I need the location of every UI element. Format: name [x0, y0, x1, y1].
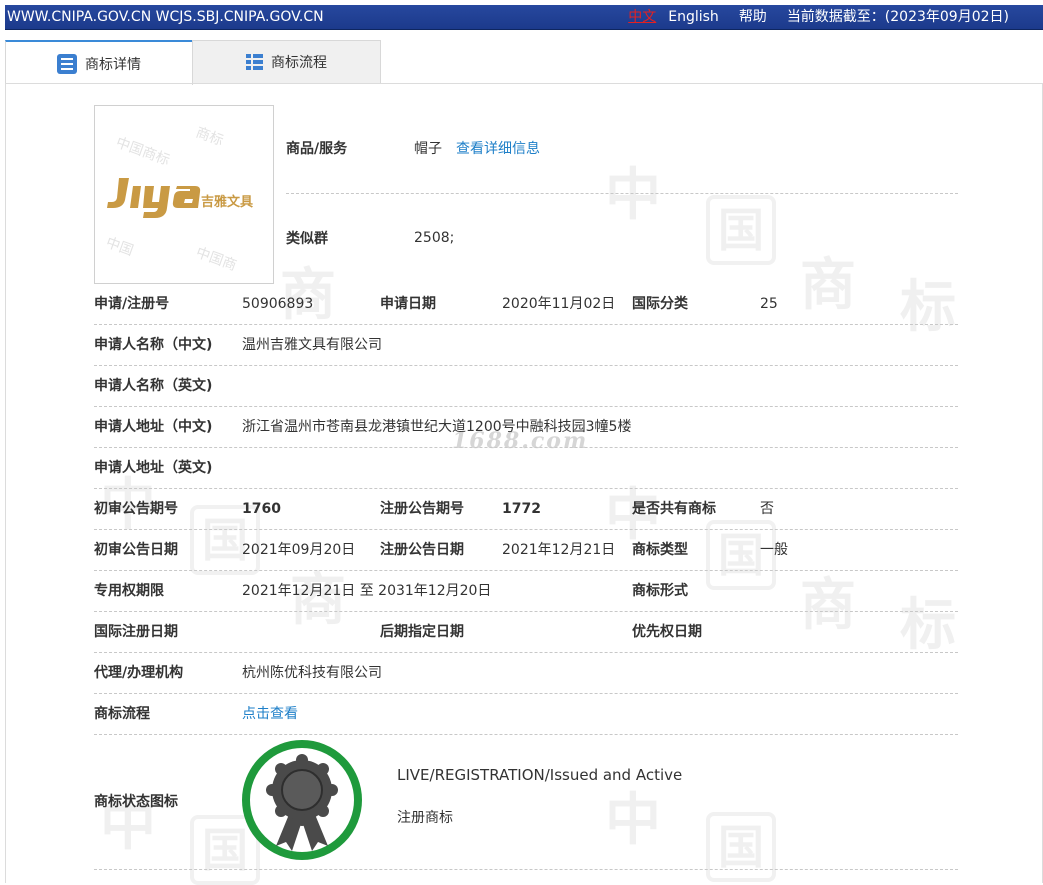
mark-form-label: 商标形式 [632, 583, 688, 599]
list-detail-icon [57, 53, 77, 74]
exclusive-period-label: 专用权期限 [94, 583, 164, 599]
grid-list-icon [246, 53, 263, 70]
tab-label: 商标详情 [85, 56, 141, 73]
data-as-of-text: 当前数据截至：(2023年09月02日) [786, 9, 1009, 25]
announcement-date-row: 初审公告日期 2021年09月20日 注册公告日期 2021年12月21日 商标… [94, 530, 958, 571]
similar-group-value: 2508; [414, 230, 455, 246]
top-bar: WWW.CNIPA.GOV.CN WCJS.SBJ.CNIPA.GOV.CN 中… [5, 5, 1043, 30]
language-english-link[interactable]: English [668, 5, 719, 29]
goods-services-value: 帽子 [414, 141, 442, 157]
help-link[interactable]: 帮助 [739, 5, 767, 29]
process-view-link[interactable]: 点击查看 [242, 694, 298, 734]
status-row: 商标状态图标 LIVE/REGISTRATION/Issued and Acti… [94, 735, 958, 870]
language-chinese-link[interactable]: 中文 [628, 5, 656, 29]
intl-class-label: 国际分类 [632, 296, 688, 312]
status-english-text: LIVE/REGISTRATION/Issued and Active [397, 766, 683, 784]
divider [286, 193, 958, 194]
announcement-issue-row: 初审公告期号 1760 注册公告期号 1772 是否共有商标 否 [94, 489, 958, 530]
agent-value: 杭州陈优科技有限公司 [242, 665, 382, 681]
mark-type-label: 商标类型 [632, 542, 688, 558]
similar-group-label: 类似群 [286, 231, 328, 247]
trademark-logo: 中国商标 商标 中国 中国商 吉雅文具 [104, 125, 253, 274]
prelim-date-value: 2021年09月20日 [242, 542, 356, 558]
status-chinese-text: 注册商标 [397, 810, 453, 826]
reg-no-value: 50906893 [242, 296, 314, 312]
applicant-cn-label: 申请人名称（中文) [94, 337, 213, 353]
process-row: 商标流程 点击查看 [94, 694, 958, 735]
status-icon-label: 商标状态图标 [94, 794, 178, 810]
registered-badge-icon [242, 740, 362, 860]
logo-brand-text: 吉雅文具 [201, 194, 253, 210]
view-details-link[interactable]: 查看详细信息 [456, 138, 540, 158]
intl-class-value: 25 [760, 296, 778, 312]
applicant-cn-row: 申请人名称（中文) 温州吉雅文具有限公司 [94, 325, 958, 366]
reg-issue-label: 注册公告期号 [380, 501, 464, 517]
prelim-date-label: 初审公告日期 [94, 542, 178, 558]
exclusive-period-row: 专用权期限 2021年12月21日 至 2031年12月20日 商标形式 [94, 571, 958, 612]
shared-mark-value: 否 [760, 501, 774, 517]
goods-services-label: 商品/服务 [286, 141, 348, 157]
intl-dates-row: 国际注册日期 后期指定日期 优先权日期 [94, 612, 958, 653]
top-bar-right: 中文 English 帮助 当前数据截至：(2023年09月02日) [628, 5, 1009, 29]
app-date-label: 申请日期 [380, 296, 436, 312]
mark-type-value: 一般 [760, 542, 788, 558]
reg-date-value: 2021年12月21日 [502, 542, 616, 558]
tab-bar: 商标详情 商标流程 [5, 40, 1043, 85]
app-date-value: 2020年11月02日 [502, 296, 616, 312]
svg-text:中国: 中国 [104, 235, 136, 260]
priority-date-label: 优先权日期 [632, 624, 702, 640]
intl-reg-date-label: 国际注册日期 [94, 624, 178, 640]
address-cn-row: 申请人地址（中文) 浙江省温州市苍南县龙港镇世纪大道1200号中融科技园3幢5楼 [94, 407, 958, 448]
agent-label: 代理/办理机构 [94, 665, 184, 681]
site-domains: WWW.CNIPA.GOV.CN WCJS.SBJ.CNIPA.GOV.CN [7, 9, 324, 25]
address-cn-value: 浙江省温州市苍南县龙港镇世纪大道1200号中融科技园3幢5楼 [242, 419, 632, 435]
registration-row: 申请/注册号 50906893 申请日期 2020年11月02日 国际分类 25 [94, 284, 958, 325]
address-en-label: 申请人地址（英文) [94, 460, 213, 476]
agent-row: 代理/办理机构 杭州陈优科技有限公司 [94, 653, 958, 694]
similar-group-row: 类似群 2508; [286, 228, 468, 248]
tab-trademark-details[interactable]: 商标详情 [5, 40, 193, 85]
reg-no-label: 申请/注册号 [94, 296, 170, 312]
prelim-issue-value: 1760 [242, 501, 281, 517]
later-designation-label: 后期指定日期 [380, 624, 464, 640]
prelim-issue-label: 初审公告期号 [94, 501, 178, 517]
goods-services-row: 商品/服务 帽子 查看详细信息 [286, 138, 540, 158]
watermark-glyph: 国 [706, 195, 776, 265]
trademark-image[interactable]: 中国商标 商标 中国 中国商 吉雅文具 [94, 105, 274, 284]
process-label: 商标流程 [94, 706, 150, 722]
watermark-glyph: 中 [605, 163, 661, 228]
reg-issue-value: 1772 [502, 501, 541, 517]
svg-text:中国商标: 中国商标 [114, 135, 172, 169]
applicant-en-label: 申请人名称（英文) [94, 378, 213, 394]
applicant-en-row: 申请人名称（英文) [94, 366, 958, 407]
exclusive-period-value: 2021年12月21日 至 2031年12月20日 [242, 583, 492, 599]
applicant-cn-value: 温州吉雅文具有限公司 [242, 337, 382, 353]
address-en-row: 申请人地址（英文) [94, 448, 958, 489]
shared-mark-label: 是否共有商标 [632, 501, 716, 517]
reg-date-label: 注册公告日期 [380, 542, 464, 558]
tab-trademark-process[interactable]: 商标流程 [192, 40, 381, 83]
address-cn-label: 申请人地址（中文) [94, 419, 213, 435]
tab-label: 商标流程 [271, 55, 327, 71]
svg-text:商标: 商标 [194, 125, 226, 150]
svg-text:中国商: 中国商 [194, 245, 239, 274]
